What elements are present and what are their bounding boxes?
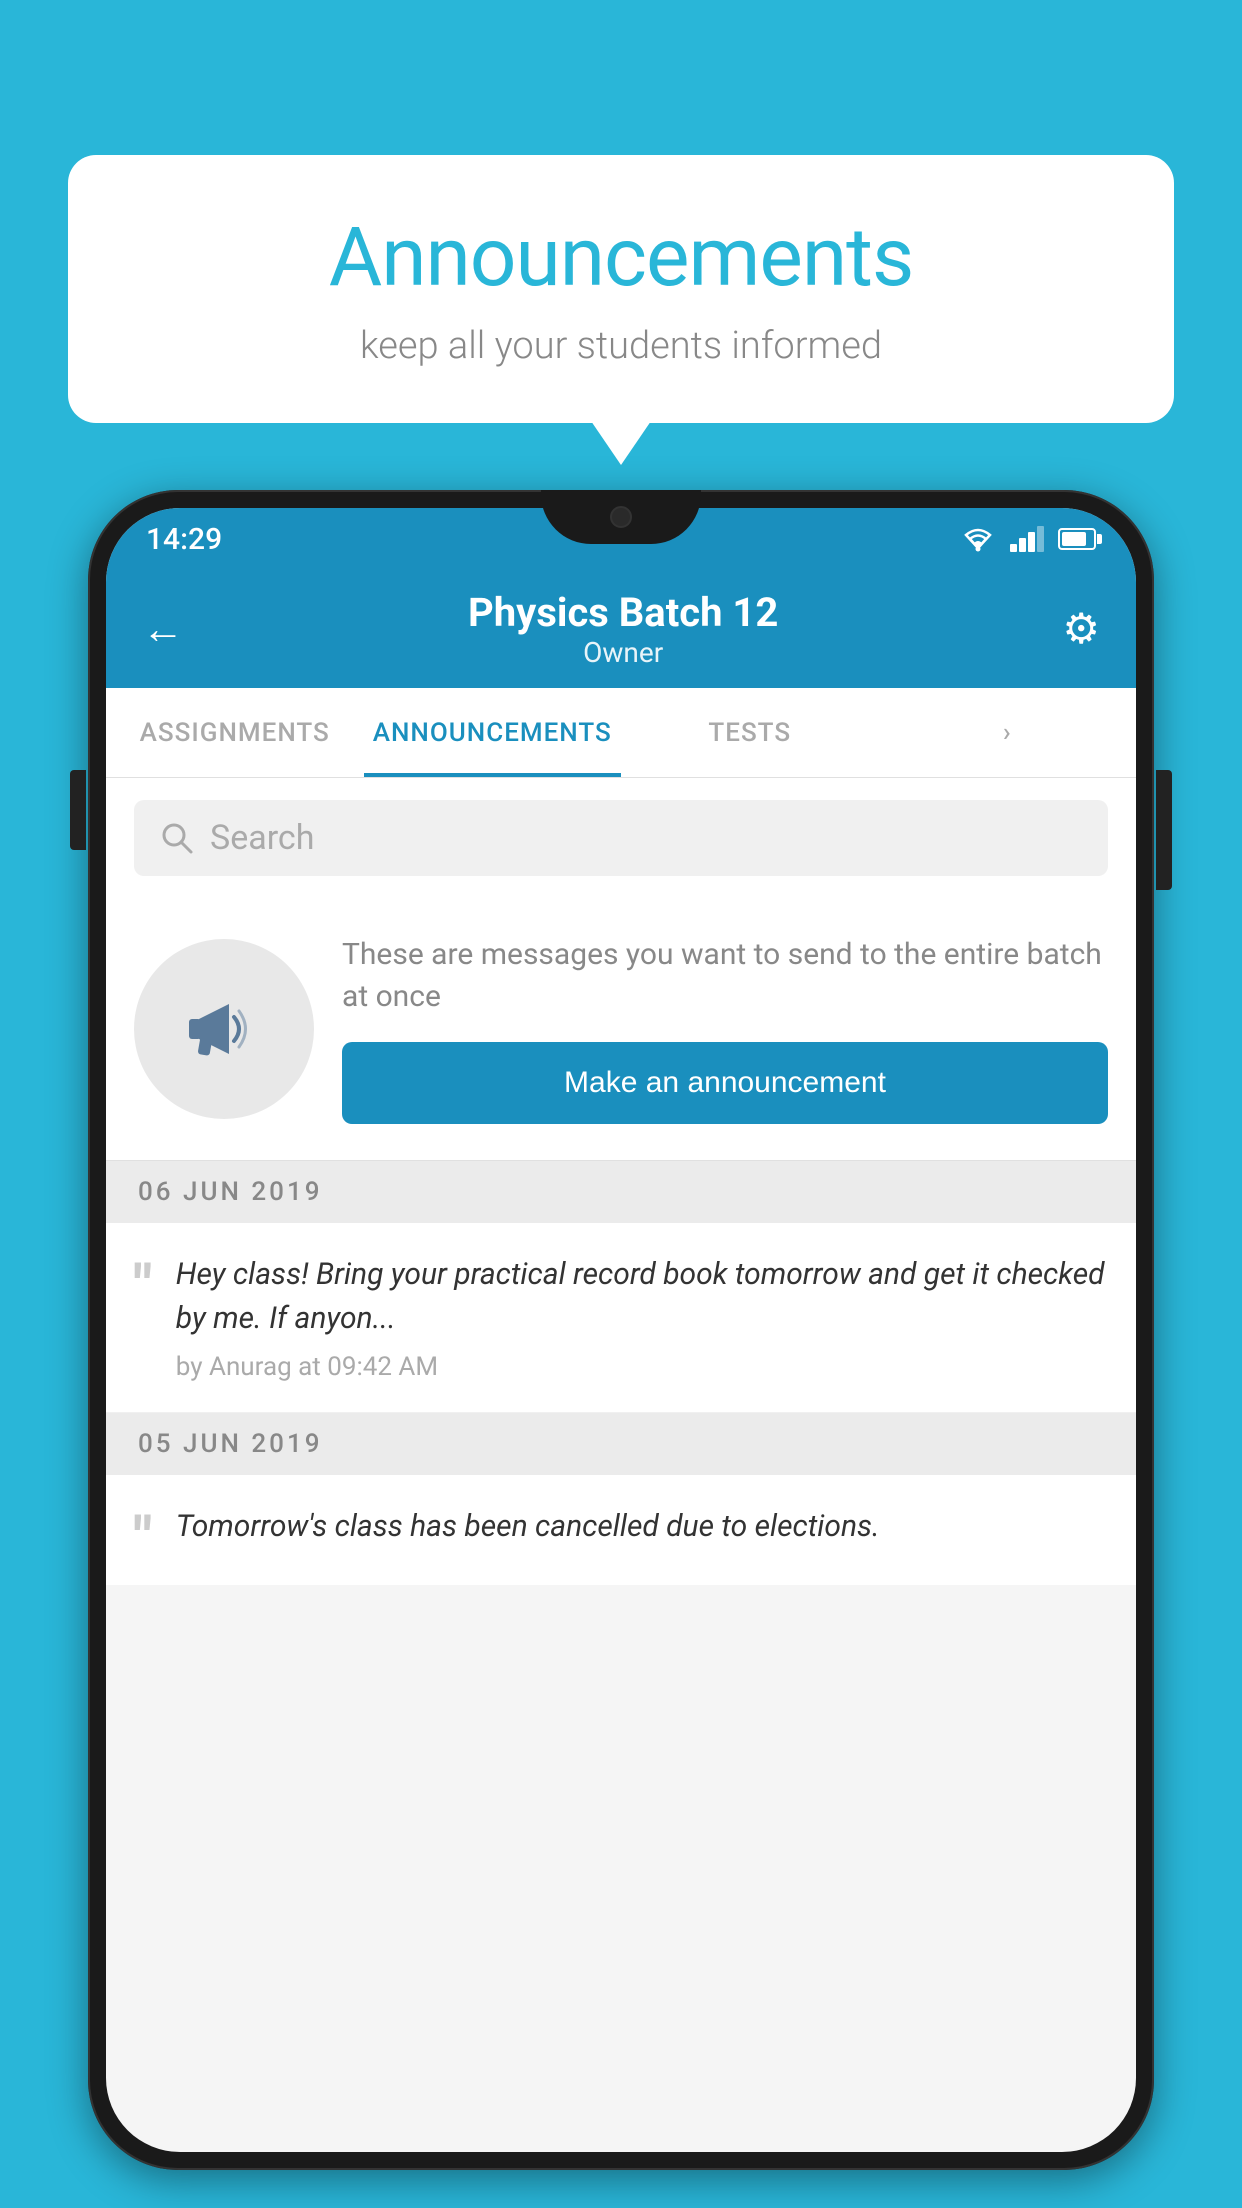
date-label-1: 06 JUN 2019 (138, 1177, 323, 1207)
announcement-content-2: Tomorrow's class has been cancelled due … (176, 1505, 1108, 1549)
quote-icon-1: " (134, 1257, 152, 1313)
search-placeholder: Search (210, 818, 314, 858)
wifi-icon (960, 526, 996, 552)
announcement-description: These are messages you want to send to t… (342, 934, 1108, 1018)
announcement-item-1[interactable]: " Hey class! Bring your practical record… (106, 1223, 1136, 1413)
speech-bubble: Announcements keep all your students inf… (68, 155, 1174, 423)
tabs-bar: ASSIGNMENTS ANNOUNCEMENTS TESTS › (106, 688, 1136, 778)
search-bar[interactable]: Search (134, 800, 1108, 876)
speech-bubble-title: Announcements (128, 210, 1114, 306)
status-icons (960, 526, 1096, 552)
notch (541, 490, 701, 544)
batch-title: Physics Batch 12 (468, 589, 778, 636)
announcement-text-2: Tomorrow's class has been cancelled due … (176, 1505, 1108, 1549)
megaphone-icon (174, 979, 274, 1079)
speech-bubble-section: Announcements keep all your students inf… (68, 155, 1174, 423)
announcement-item-2[interactable]: " Tomorrow's class has been cancelled du… (106, 1475, 1136, 1585)
tab-more[interactable]: › (879, 688, 1137, 777)
tab-assignments[interactable]: ASSIGNMENTS (106, 688, 364, 777)
back-button[interactable]: ← (142, 605, 184, 654)
date-divider-2: 05 JUN 2019 (106, 1413, 1136, 1475)
camera (610, 506, 632, 528)
quote-icon-2: " (134, 1509, 152, 1565)
phone-outer: 14:29 (88, 490, 1154, 2170)
announcement-prompt: These are messages you want to send to t… (106, 898, 1136, 1161)
status-time: 14:29 (146, 522, 222, 557)
date-divider-1: 06 JUN 2019 (106, 1161, 1136, 1223)
signal-icon (1010, 526, 1044, 552)
announcement-text-1: Hey class! Bring your practical record b… (176, 1253, 1108, 1340)
battery-icon (1058, 528, 1096, 550)
app-header: ← Physics Batch 12 Owner ⚙ (106, 570, 1136, 688)
search-container: Search (106, 778, 1136, 898)
announcement-meta-1: by Anurag at 09:42 AM (176, 1352, 1108, 1382)
announcement-content-1: Hey class! Bring your practical record b… (176, 1253, 1108, 1382)
settings-button[interactable]: ⚙ (1062, 604, 1100, 654)
tab-tests[interactable]: TESTS (621, 688, 879, 777)
tab-announcements[interactable]: ANNOUNCEMENTS (364, 688, 622, 777)
make-announcement-button[interactable]: Make an announcement (342, 1042, 1108, 1124)
search-icon (160, 821, 194, 855)
phone-container: 14:29 (88, 490, 1154, 2208)
phone-screen: 14:29 (106, 508, 1136, 2152)
date-label-2: 05 JUN 2019 (138, 1429, 323, 1459)
announcement-icon-circle (134, 939, 314, 1119)
header-title-group: Physics Batch 12 Owner (468, 589, 778, 669)
batch-subtitle: Owner (468, 636, 778, 669)
speech-bubble-subtitle: keep all your students informed (128, 324, 1114, 368)
announcement-right: These are messages you want to send to t… (342, 934, 1108, 1124)
